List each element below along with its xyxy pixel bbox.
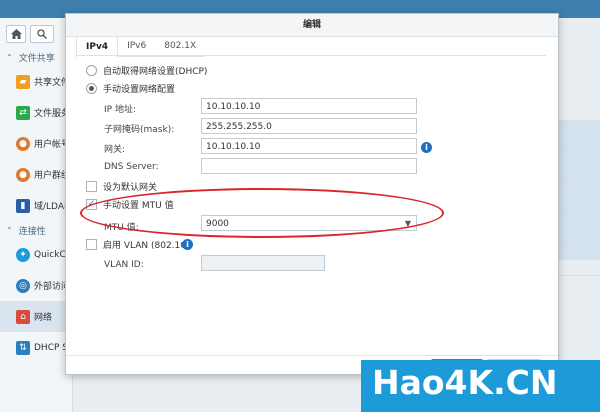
home-icon xyxy=(10,29,22,39)
gateway-field[interactable]: 10.10.10.10 xyxy=(201,138,417,154)
list-row xyxy=(556,214,600,245)
sidebar-item-quickconnect[interactable]: ✦ QuickConnect xyxy=(0,239,72,270)
list-row xyxy=(556,90,600,121)
external-access-icon: ◎ xyxy=(16,278,30,293)
file-services-icon: ⇄ xyxy=(16,105,30,120)
ip-label: IP 地址: xyxy=(104,105,136,115)
group-icon: ● xyxy=(16,167,30,182)
dns-label: DNS Server: xyxy=(104,162,159,172)
vlan-checkbox[interactable] xyxy=(86,238,97,250)
vlan-id-label: VLAN ID: xyxy=(104,260,144,270)
sidebar-item-user[interactable]: ● 用户帐号 xyxy=(0,128,72,159)
list-row xyxy=(556,152,600,183)
gateway-label: 网关: xyxy=(104,145,126,155)
watermark-text: Hao4K.CN xyxy=(372,363,558,402)
sidebar-toolbar xyxy=(0,18,72,44)
sidebar-item-group[interactable]: ● 用户群组 xyxy=(0,159,72,190)
dropdown-arrow-icon: ▼ xyxy=(404,219,411,228)
search-input[interactable] xyxy=(30,25,54,43)
tab-8021x[interactable]: 802.1X xyxy=(155,36,206,57)
vlan-info-icon[interactable]: i xyxy=(182,239,193,250)
sidebar-group-connectivity[interactable]: ⌃ 连接性 xyxy=(0,221,72,239)
sidebar-group-file-sharing[interactable]: ⌃ 文件共享 xyxy=(0,48,72,66)
dialog-tabs: IPv4 IPv6 802.1X xyxy=(76,36,206,58)
mtu-label: MTU 值: xyxy=(104,223,139,233)
edit-dialog: 编辑 IPv4 IPv6 802.1X 自动取得网络设置(DHCP) 手动设置网… xyxy=(65,13,559,375)
network-icon: ⌂ xyxy=(16,309,30,324)
ip-address-field[interactable]: 10.10.10.10 xyxy=(201,98,417,114)
sidebar-item-external-access[interactable]: ◎ 外部访问 xyxy=(0,270,72,301)
home-button[interactable] xyxy=(6,25,26,43)
list-row xyxy=(556,245,600,276)
list-row xyxy=(556,183,600,214)
dhcp-radio[interactable] xyxy=(86,64,97,76)
info-icon[interactable]: i xyxy=(421,142,432,153)
domain-icon: ▮ xyxy=(16,198,30,213)
sidebar-item-domain-ldap[interactable]: ▮ 域/LDAP xyxy=(0,190,72,221)
manual-option[interactable]: 手动设置网络配置 xyxy=(86,80,175,96)
mtu-manual-option[interactable]: ✓ 手动设置 MTU 值 xyxy=(86,196,174,212)
list-row xyxy=(556,121,600,152)
tab-divider xyxy=(76,55,546,56)
mask-label: 子网掩码(mask): xyxy=(104,125,175,135)
dialog-title: 编辑 xyxy=(66,14,558,37)
sidebar-item-file-services[interactable]: ⇄ 文件服务 xyxy=(0,97,72,128)
sidebar-item-shared-folder[interactable]: ▰ 共享文件夹 xyxy=(0,66,72,97)
dhcp-icon: ⇅ xyxy=(16,340,30,355)
subnet-mask-field[interactable]: 255.255.255.0 xyxy=(201,118,417,134)
dns-server-field[interactable] xyxy=(201,158,417,174)
default-gateway-checkbox[interactable] xyxy=(86,180,97,192)
default-gateway-option[interactable]: 设为默认网关 xyxy=(86,178,157,194)
shared-folder-icon: ▰ xyxy=(16,74,30,89)
manual-radio[interactable] xyxy=(86,82,97,94)
background-list xyxy=(556,90,600,276)
sidebar: ⌃ 文件共享 ▰ 共享文件夹 ⇄ 文件服务 ● 用户帐号 ● 用户群组 ▮ 域/… xyxy=(0,18,73,412)
chevron-up-icon: ⌃ xyxy=(6,225,13,235)
mtu-manual-checkbox[interactable]: ✓ xyxy=(86,198,97,210)
chevron-up-icon: ⌃ xyxy=(6,52,13,62)
vlan-option[interactable]: 启用 VLAN (802.1Q) xyxy=(86,236,191,252)
tab-ipv6[interactable]: IPv6 xyxy=(118,36,156,57)
dhcp-option[interactable]: 自动取得网络设置(DHCP) xyxy=(86,62,207,78)
mtu-select[interactable]: 9000 ▼ xyxy=(201,215,417,231)
sidebar-item-dhcp[interactable]: ⇅ DHCP Server xyxy=(0,332,72,363)
sidebar-item-network[interactable]: ⌂ 网络 xyxy=(0,301,72,332)
vlan-id-field[interactable] xyxy=(201,255,325,271)
mtu-value: 9000 xyxy=(206,219,229,229)
user-icon: ● xyxy=(16,136,30,151)
quickconnect-icon: ✦ xyxy=(16,247,30,262)
search-icon xyxy=(37,29,47,39)
